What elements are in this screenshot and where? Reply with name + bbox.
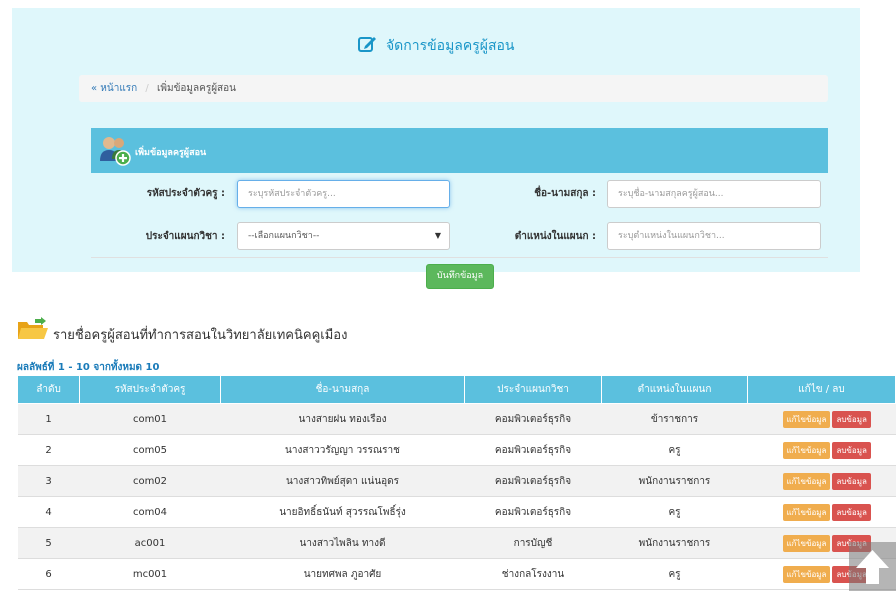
- teacher-name: นางสาวทิพย์สุดา แน่นอุดร: [220, 465, 465, 497]
- teacher-position: พนักงานราชการ: [601, 527, 748, 559]
- scroll-top-button[interactable]: [849, 542, 896, 591]
- row-number: 2: [17, 434, 80, 466]
- teacher-id: com04: [79, 496, 221, 528]
- table-header-row: ลำดับ รหัสประจำตัวครู ชื่อ-นามสกุล ประจำ…: [17, 375, 896, 404]
- teacher-id-label: รหัสประจำตัวครู :: [146, 188, 225, 199]
- teacher-id-input[interactable]: [237, 180, 450, 208]
- teacher-name: นางสายฝน ทองเรือง: [220, 403, 465, 435]
- name-label: ชื่อ-นามสกุล :: [534, 188, 596, 199]
- edit-button[interactable]: แก้ไขข้อมูล: [782, 472, 831, 490]
- edit-button[interactable]: แก้ไขข้อมูล: [782, 565, 831, 583]
- teacher-id: com05: [79, 434, 221, 466]
- teacher-position: ครู: [601, 496, 748, 528]
- position-input[interactable]: [607, 222, 821, 250]
- edit-icon: [357, 34, 377, 58]
- save-button[interactable]: บันทึกข้อมูล: [426, 264, 494, 289]
- teacher-department: การบัญชี: [464, 527, 602, 559]
- column-header[interactable]: ชื่อ-นามสกุล: [220, 375, 465, 404]
- teacher-position: ข้าราชการ: [601, 403, 748, 435]
- teacher-position: ครู: [601, 558, 748, 590]
- row-actions: แก้ไขข้อมูลลบข้อมูล: [747, 434, 896, 466]
- table-row: 5 ac001 นางสาวไพลิน ทางดี การบัญชี พนักง…: [17, 527, 896, 559]
- teacher-id: mc001: [79, 558, 221, 590]
- teacher-position: พนักงานราชการ: [601, 465, 748, 497]
- add-teacher-header: เพิ่มข้อมูลครูผู้สอน: [91, 128, 828, 173]
- edit-button[interactable]: แก้ไขข้อมูล: [782, 503, 831, 521]
- table-row: 4 com04 นายอิทธิ์ธนันท์ สุวรรณโพธิ์รุ่ง …: [17, 496, 896, 528]
- column-header[interactable]: รหัสประจำตัวครู: [79, 375, 221, 404]
- page-title: จัดการข้อมูลครูผู้สอน: [12, 34, 860, 58]
- breadcrumb-separator: /: [145, 83, 149, 94]
- page: จัดการข้อมูลครูผู้สอน « หน้าแรก / เพิ่มข…: [0, 0, 896, 591]
- table-row: 3 com02 นางสาวทิพย์สุดา แน่นอุดร คอมพิวเ…: [17, 465, 896, 497]
- teacher-id: ac001: [79, 527, 221, 559]
- teacher-department: คอมพิวเตอร์ธุรกิจ: [464, 465, 602, 497]
- delete-button[interactable]: ลบข้อมูล: [832, 410, 871, 428]
- name-input[interactable]: [607, 180, 821, 208]
- row-number: 3: [17, 465, 80, 497]
- teacher-table: ลำดับ รหัสประจำตัวครู ชื่อ-นามสกุล ประจำ…: [17, 375, 896, 590]
- row-actions: แก้ไขข้อมูลลบข้อมูล: [747, 465, 896, 497]
- edit-button[interactable]: แก้ไขข้อมูล: [782, 534, 831, 552]
- teacher-list-title: รายชื่อครูผู้สอนที่ทำการสอนในวิทยาลัยเทค…: [53, 328, 348, 343]
- position-label: ตำแหน่งในแผนก :: [514, 231, 596, 242]
- teacher-department: ช่างกลโรงงาน: [464, 558, 602, 590]
- teacher-name: นางสาววรัญญา วรรณราช: [220, 434, 465, 466]
- department-select-value: --เลือกแผนกวิชา--: [248, 231, 320, 241]
- caret-down-icon: ▼: [434, 231, 441, 240]
- folder-open-icon: [17, 317, 49, 345]
- edit-button[interactable]: แก้ไขข้อมูล: [782, 410, 831, 428]
- table-row: 6 mc001 นายทศพล ภูอาศัย ช่างกลโรงงาน ครู…: [17, 558, 896, 590]
- delete-button[interactable]: ลบข้อมูล: [832, 441, 871, 459]
- teacher-id: com02: [79, 465, 221, 497]
- form-divider: [91, 257, 828, 258]
- teacher-department: คอมพิวเตอร์ธุรกิจ: [464, 403, 602, 435]
- add-teacher-header-text: เพิ่มข้อมูลครูผู้สอน: [135, 148, 207, 158]
- teacher-id: com01: [79, 403, 221, 435]
- department-select[interactable]: --เลือกแผนกวิชา-- ▼: [237, 222, 450, 250]
- teacher-department: คอมพิวเตอร์ธุรกิจ: [464, 434, 602, 466]
- breadcrumb-current: เพิ่มข้อมูลครูผู้สอน: [156, 83, 236, 94]
- table-row: 2 com05 นางสาววรัญญา วรรณราช คอมพิวเตอร์…: [17, 434, 896, 466]
- row-number: 1: [17, 403, 80, 435]
- row-number: 5: [17, 527, 80, 559]
- delete-button[interactable]: ลบข้อมูล: [832, 503, 871, 521]
- table-row: 1 com01 นางสายฝน ทองเรือง คอมพิวเตอร์ธุร…: [17, 403, 896, 435]
- arrow-up-icon: [849, 550, 896, 591]
- row-number: 4: [17, 496, 80, 528]
- teacher-position: ครู: [601, 434, 748, 466]
- row-number: 6: [17, 558, 80, 590]
- department-label: ประจำแผนกวิชา :: [145, 231, 225, 242]
- teacher-name: นายทศพล ภูอาศัย: [220, 558, 465, 590]
- row-actions: แก้ไขข้อมูลลบข้อมูล: [747, 496, 896, 528]
- breadcrumb-home-link[interactable]: « หน้าแรก: [91, 83, 137, 94]
- page-title-text: จัดการข้อมูลครูผู้สอน: [385, 38, 515, 54]
- row-actions: แก้ไขข้อมูลลบข้อมูล: [747, 403, 896, 435]
- column-header[interactable]: ลำดับ: [17, 375, 80, 404]
- edit-button[interactable]: แก้ไขข้อมูล: [782, 441, 831, 459]
- teacher-name: นายอิทธิ์ธนันท์ สุวรรณโพธิ์รุ่ง: [220, 496, 465, 528]
- breadcrumb: « หน้าแรก / เพิ่มข้อมูลครูผู้สอน: [79, 75, 828, 102]
- teacher-name: นางสาวไพลิน ทางดี: [220, 527, 465, 559]
- add-teacher-icon: [98, 133, 132, 170]
- column-header[interactable]: ประจำแผนกวิชา: [464, 375, 602, 404]
- teacher-department: คอมพิวเตอร์ธุรกิจ: [464, 496, 602, 528]
- delete-button[interactable]: ลบข้อมูล: [832, 472, 871, 490]
- results-count: ผลลัพธ์ที่ 1 - 10 จากทั้งหมด 10: [17, 362, 160, 373]
- column-header: แก้ไข / ลบ: [747, 375, 896, 404]
- column-header[interactable]: ตำแหน่งในแผนก: [601, 375, 748, 404]
